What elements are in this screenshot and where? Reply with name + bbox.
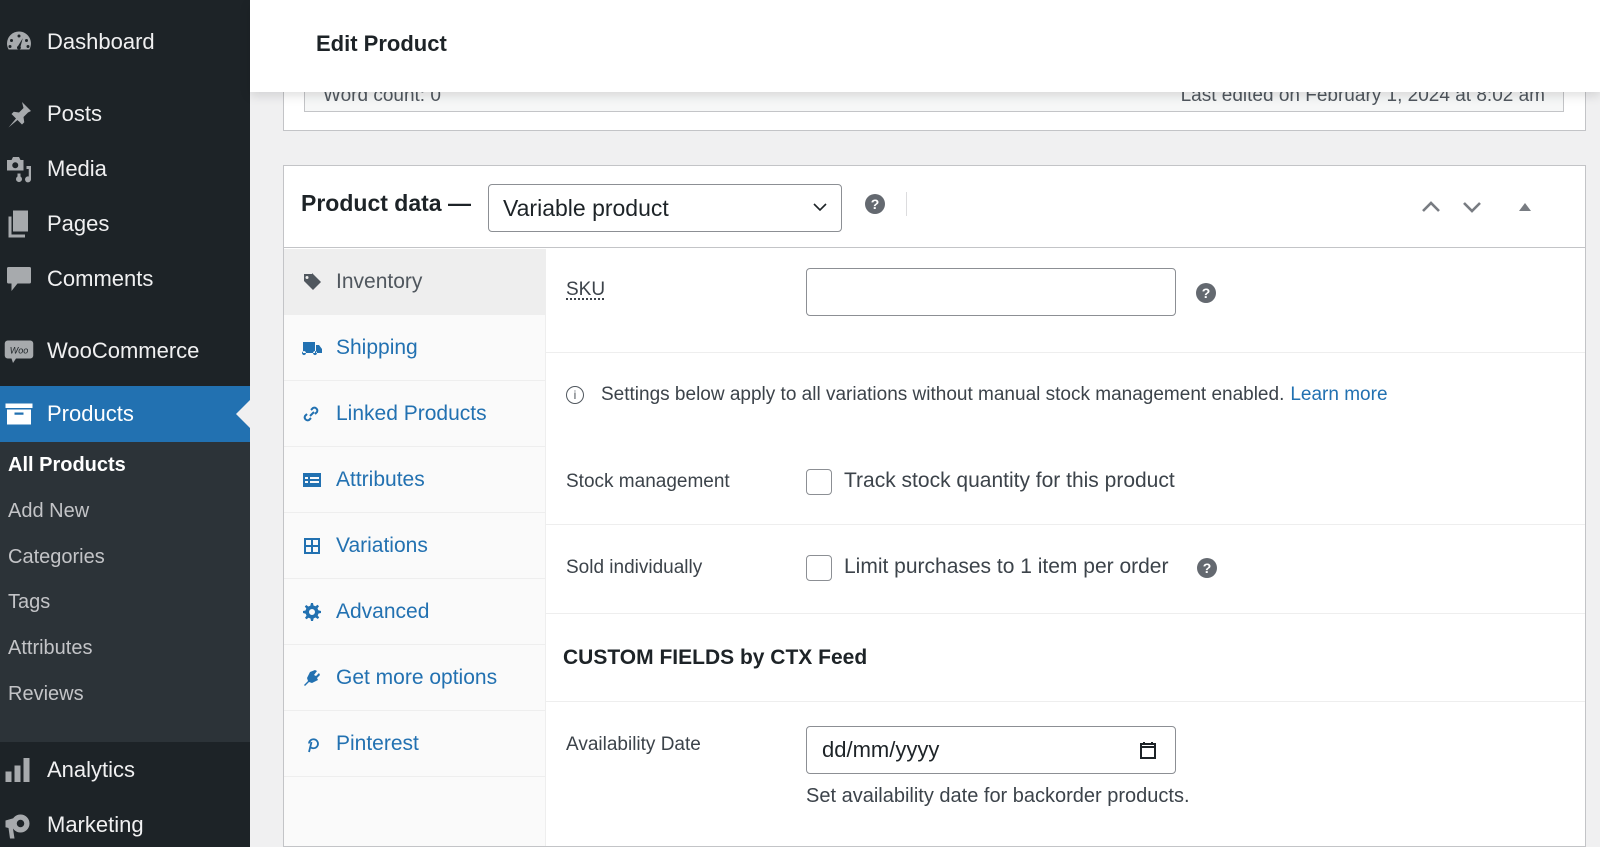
tab-attributes[interactable]: Attributes <box>284 447 546 513</box>
header-divider <box>906 192 907 216</box>
availability-date-description: Set availability date for backorder prod… <box>806 785 1190 807</box>
help-icon[interactable]: ? <box>865 194 885 214</box>
sidebar-item-label: Comments <box>47 266 154 291</box>
tab-variations[interactable]: Variations <box>284 513 546 579</box>
tab-linked-products[interactable]: Linked Products <box>284 381 546 447</box>
tab-label: Linked Products <box>336 401 487 425</box>
tab-pinterest[interactable]: Pinterest <box>284 711 546 777</box>
sidebar-item-products[interactable]: Products <box>0 386 250 442</box>
chevron-down-icon <box>1463 202 1481 213</box>
sidebar-item-media[interactable]: Media <box>0 143 250 195</box>
sold-individually-help-icon[interactable]: ? <box>1197 558 1217 578</box>
submenu-add-new[interactable]: Add New <box>8 500 89 523</box>
product-data-header: Product data — Variable product ? <box>284 166 1585 248</box>
sidebar-item-woocommerce[interactable]: Woo WooCommerce <box>0 325 250 377</box>
sidebar-item-label: Dashboard <box>47 29 155 54</box>
inventory-panel: SKU ? i Settings below apply to all vari… <box>546 249 1585 846</box>
sidebar-item-label: Media <box>47 156 107 181</box>
tab-get-more-options[interactable]: Get more options <box>284 645 546 711</box>
page-title: Edit Product <box>316 31 447 56</box>
custom-fields-row: CUSTOM FIELDS by CTX Feed <box>546 614 1585 702</box>
sold-individually-checkbox-label[interactable]: Limit purchases to 1 item per order <box>844 555 1168 579</box>
plug-icon <box>284 668 336 688</box>
woo-icon: Woo <box>0 336 46 366</box>
tab-label: Attributes <box>336 467 425 491</box>
tab-label: Get more options <box>336 665 498 689</box>
sold-individually-label: Sold individually <box>566 557 703 578</box>
tab-shipping[interactable]: Shipping <box>284 315 546 381</box>
stock-management-row: Stock management Track stock quantity fo… <box>546 353 1585 525</box>
product-data-box: Product data — Variable product ? Invent… <box>283 165 1586 847</box>
product-type-value: Variable product <box>503 194 669 221</box>
move-down-button[interactable] <box>1461 196 1483 218</box>
stock-management-label: Stock management <box>566 471 730 492</box>
grid-icon <box>284 536 336 556</box>
sidebar-item-label: Products <box>47 401 134 426</box>
availability-date-input[interactable]: dd/mm/yyyy <box>806 726 1176 774</box>
sidebar-item-marketing[interactable]: Marketing <box>0 799 250 847</box>
submenu-categories[interactable]: Categories <box>8 546 105 569</box>
custom-fields-heading: CUSTOM FIELDS by CTX Feed <box>563 646 868 669</box>
toggle-panel-button[interactable] <box>1514 196 1536 218</box>
sidebar-item-comments[interactable]: Comments <box>0 253 250 305</box>
availability-row: Availability Date dd/mm/yyyy Set availab… <box>546 702 1585 846</box>
page-header: Edit Product <box>250 0 1600 92</box>
megaphone-icon <box>0 810 46 840</box>
sku-label: SKU <box>566 279 606 300</box>
product-type-select[interactable]: Variable product <box>488 184 842 232</box>
submenu-all-products[interactable]: All Products <box>8 454 126 477</box>
submenu-attributes[interactable]: Attributes <box>8 637 92 660</box>
tab-label: Advanced <box>336 599 430 623</box>
sold-individually-checkbox[interactable] <box>806 555 832 581</box>
link-icon <box>284 404 336 424</box>
pages-icon <box>0 209 46 239</box>
sku-help-icon[interactable]: ? <box>1196 283 1216 303</box>
stock-management-checkbox-label[interactable]: Track stock quantity for this product <box>844 469 1175 493</box>
dashboard-icon <box>0 27 46 57</box>
product-data-tabs: Inventory Shipping Linked Products Attri… <box>284 249 546 846</box>
tag-icon <box>284 272 336 292</box>
admin-sidebar: Dashboard Posts Media Pages Comments Woo… <box>0 0 250 847</box>
gear-icon <box>284 602 336 622</box>
submenu-reviews[interactable]: Reviews <box>8 683 84 706</box>
sidebar-item-label: Pages <box>47 211 110 236</box>
svg-text:Woo: Woo <box>10 345 29 355</box>
submenu-tags[interactable]: Tags <box>8 591 50 614</box>
tab-label: Inventory <box>336 269 423 293</box>
move-up-button[interactable] <box>1420 196 1442 218</box>
availability-date-label: Availability Date <box>566 734 701 755</box>
chevron-down-icon <box>813 203 827 212</box>
calendar-icon[interactable] <box>1138 740 1158 760</box>
list-icon <box>284 470 336 490</box>
tab-label: Shipping <box>336 335 418 359</box>
archive-icon <box>0 399 46 429</box>
media-icon <box>0 154 46 184</box>
sku-row: SKU ? <box>546 249 1585 353</box>
sidebar-item-label: WooCommerce <box>47 338 200 363</box>
sidebar-item-posts[interactable]: Posts <box>0 88 250 140</box>
sidebar-item-analytics[interactable]: Analytics <box>0 744 250 796</box>
stock-management-checkbox[interactable] <box>806 469 832 495</box>
pin-icon <box>0 99 46 129</box>
products-submenu: All Products Add New Categories Tags Att… <box>0 442 250 742</box>
date-placeholder: dd/mm/yyyy <box>822 737 940 762</box>
bar-chart-icon <box>0 755 46 785</box>
comment-icon <box>0 264 46 294</box>
truck-icon <box>284 338 336 358</box>
tab-advanced[interactable]: Advanced <box>284 579 546 645</box>
tab-inventory[interactable]: Inventory <box>284 249 546 315</box>
sold-individually-row: Sold individually Limit purchases to 1 i… <box>546 525 1585 614</box>
tab-label: Pinterest <box>336 731 419 755</box>
sidebar-item-label: Posts <box>47 101 103 126</box>
chevron-up-icon <box>1422 201 1440 212</box>
sku-input[interactable] <box>806 268 1176 316</box>
sidebar-item-label: Analytics <box>47 757 136 782</box>
sidebar-item-dashboard[interactable]: Dashboard <box>0 16 250 68</box>
sidebar-item-pages[interactable]: Pages <box>0 198 250 250</box>
sidebar-item-label: Marketing <box>47 812 144 837</box>
tab-label: Variations <box>336 533 428 557</box>
triangle-up-icon <box>1519 203 1531 211</box>
pinterest-icon <box>284 734 336 754</box>
product-data-title: Product data — <box>301 190 471 216</box>
